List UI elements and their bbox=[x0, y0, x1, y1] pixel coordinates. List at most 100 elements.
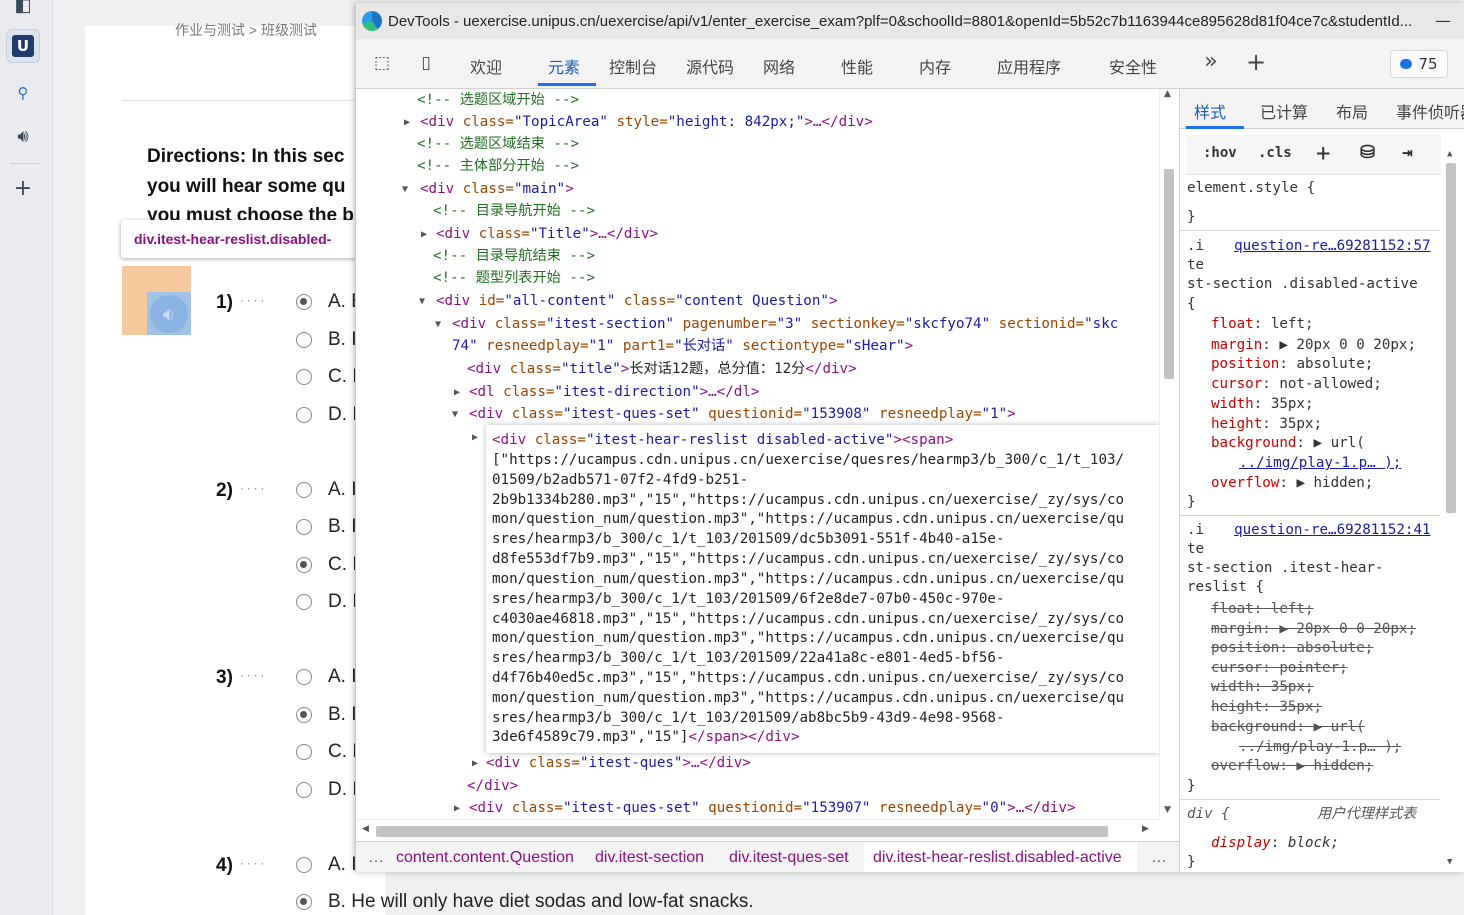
tree-node[interactable]: <div class="TopicArea" style="height: 84… bbox=[420, 111, 873, 133]
cls-toggle[interactable]: .cls bbox=[1258, 145, 1292, 161]
scroll-up-icon[interactable]: ▲ bbox=[1447, 149, 1452, 159]
tab-styles[interactable]: 样式 bbox=[1194, 99, 1226, 123]
radio-button[interactable] bbox=[296, 669, 312, 685]
tree-node[interactable]: <div class="itest-ques-set" questionid="… bbox=[469, 797, 1076, 819]
tab-sources[interactable]: 源代码 bbox=[686, 54, 734, 78]
expand-arrow-icon[interactable]: ▶ bbox=[454, 387, 460, 398]
radio-button[interactable] bbox=[296, 407, 312, 423]
new-style-rule-icon[interactable]: + bbox=[1316, 139, 1330, 167]
rule-selector[interactable]: te bbox=[1187, 255, 1204, 275]
inspect-element-icon[interactable]: ⬚ bbox=[369, 53, 395, 77]
css-declaration-overridden[interactable]: float: left; bbox=[1211, 599, 1314, 619]
radio-button[interactable] bbox=[296, 744, 312, 760]
option-2b[interactable]: B. I bbox=[296, 516, 357, 538]
expand-arrow-icon[interactable]: ▶ bbox=[472, 758, 478, 769]
scroll-left-icon[interactable]: ◀ bbox=[362, 824, 369, 834]
issues-badge[interactable]: 75 bbox=[1390, 50, 1448, 78]
tree-node-continued[interactable]: 74" resneedplay="1" part1="长对话" sectiont… bbox=[452, 335, 913, 357]
scroll-down-icon[interactable]: ▼ bbox=[1447, 857, 1452, 867]
read-aloud-icon[interactable]: 🔊︎ bbox=[6, 119, 40, 153]
option-4a[interactable]: A. I bbox=[296, 854, 357, 876]
radio-button[interactable] bbox=[296, 557, 312, 573]
tab-computed[interactable]: 已计算 bbox=[1260, 99, 1308, 123]
expand-arrow-icon[interactable]: ▶ bbox=[454, 803, 460, 814]
tab-console[interactable]: 控制台 bbox=[609, 54, 657, 78]
rule-selector[interactable]: st-section .disabled-active bbox=[1187, 274, 1418, 294]
css-declaration-overridden[interactable]: cursor: pointer; bbox=[1211, 658, 1348, 678]
option-2a[interactable]: A. I bbox=[296, 479, 357, 501]
minimize-icon[interactable]: — bbox=[1435, 11, 1451, 30]
elements-tree[interactable]: <!-- 选题区域开始 --> ▶ <div class="TopicArea"… bbox=[356, 89, 1159, 819]
tab-event-listeners[interactable]: 事件侦听器 bbox=[1396, 99, 1464, 123]
option-3c[interactable]: C. I bbox=[296, 741, 358, 763]
node-text-popup[interactable]: <div class="itest-hear-reslist disabled-… bbox=[486, 425, 1159, 753]
option-1d[interactable]: D. I bbox=[296, 404, 358, 426]
tree-node[interactable]: <div id="all-content" class="content Que… bbox=[436, 290, 837, 312]
crumb-overflow-right[interactable]: … bbox=[1151, 849, 1167, 867]
tree-node[interactable]: <div class="itest-section" pagenumber="3… bbox=[452, 313, 1118, 335]
tree-node[interactable]: <!-- 目录导航开始 --> bbox=[433, 200, 595, 222]
rule-selector[interactable]: reslist { bbox=[1187, 577, 1264, 597]
radio-button[interactable] bbox=[296, 782, 312, 798]
radio-button[interactable] bbox=[296, 594, 312, 610]
scrollbar-thumb[interactable] bbox=[1164, 169, 1174, 379]
exam-breadcrumb[interactable]: 作业与测试 > 班级测试 bbox=[175, 20, 317, 40]
collapse-arrow-icon[interactable]: ▼ bbox=[452, 409, 458, 420]
css-declaration[interactable]: overflow: ▶ hidden; bbox=[1211, 473, 1373, 493]
tree-node[interactable]: <!-- 题型列表开始 --> bbox=[433, 267, 595, 289]
tab-performance[interactable]: 性能 bbox=[841, 54, 873, 78]
expand-arrow-icon[interactable]: ▶ bbox=[404, 117, 410, 128]
radio-button[interactable] bbox=[296, 857, 312, 873]
tree-node[interactable]: <!-- 主体部分开始 --> bbox=[417, 155, 579, 177]
tree-node[interactable]: <div class="title">长对话12题，总分值：12分</div> bbox=[467, 358, 857, 380]
tab-network[interactable]: 网络 bbox=[763, 54, 795, 78]
tab-welcome[interactable]: 欢迎 bbox=[470, 54, 502, 78]
css-url-value[interactable]: ../img/play-1.p… ); bbox=[1239, 453, 1401, 473]
element-style-rule[interactable]: element.style { bbox=[1187, 178, 1315, 198]
radio-button[interactable] bbox=[296, 332, 312, 348]
option-3a[interactable]: A. I bbox=[296, 666, 357, 688]
tree-node[interactable]: <div class="itest-ques">…</div> bbox=[486, 752, 751, 774]
scrollbar-thumb[interactable] bbox=[1446, 163, 1456, 513]
rule-selector[interactable]: te bbox=[1187, 539, 1204, 559]
rule-selector[interactable]: .i question-re…69281152:41 bbox=[1187, 520, 1431, 540]
rule-selector[interactable]: st-section .itest-hear- bbox=[1187, 558, 1383, 578]
option-2d[interactable]: D. I bbox=[296, 591, 358, 613]
option-2c[interactable]: C. I bbox=[296, 554, 358, 576]
css-declaration-overridden[interactable]: position: absolute; bbox=[1211, 638, 1373, 658]
css-declaration-overridden[interactable]: overflow: ▶ hidden; bbox=[1211, 756, 1373, 776]
crumb-itest-section[interactable]: div.itest-section bbox=[595, 849, 704, 867]
tree-node[interactable]: <div class="main"> bbox=[420, 178, 574, 200]
css-declaration-overridden[interactable]: background: ▶ url( bbox=[1211, 717, 1365, 737]
tree-node[interactable]: </div> bbox=[467, 775, 518, 797]
hov-toggle[interactable]: :hov bbox=[1203, 145, 1237, 161]
source-link[interactable]: question-re…69281152:41 bbox=[1234, 522, 1430, 538]
css-declaration[interactable]: margin: ▶ 20px 0 0 20px; bbox=[1211, 335, 1416, 355]
option-4b[interactable]: B. He will only have diet sodas and low-… bbox=[296, 891, 754, 913]
option-3b[interactable]: B. I bbox=[296, 704, 357, 726]
radio-button[interactable] bbox=[296, 519, 312, 535]
scroll-right-icon[interactable]: ▶ bbox=[1142, 824, 1149, 834]
sidebar-toggle-icon[interactable]: ◧ bbox=[6, 0, 40, 22]
tree-node[interactable]: <dl class="itest-direction">…</dl> bbox=[469, 381, 759, 403]
tab-memory[interactable]: 内存 bbox=[919, 54, 951, 78]
search-icon[interactable]: ⚲ bbox=[6, 76, 40, 110]
paint-bucket-icon[interactable]: ⛁ bbox=[1360, 142, 1375, 163]
scroll-up-icon[interactable]: ▲ bbox=[1164, 89, 1171, 99]
radio-button[interactable] bbox=[296, 294, 312, 310]
crumb-overflow-left[interactable]: … bbox=[368, 849, 384, 867]
option-1b[interactable]: B. I bbox=[296, 329, 357, 351]
option-1c[interactable]: C. I bbox=[296, 366, 358, 388]
more-tabs-icon[interactable]: » bbox=[1198, 49, 1224, 74]
rule-selector[interactable]: .i question-re…69281152:57 bbox=[1187, 236, 1431, 256]
crumb-content-question[interactable]: content.content.Question bbox=[396, 849, 581, 867]
tab-elements[interactable]: 元素 bbox=[548, 54, 580, 78]
tree-node[interactable]: <!-- 目录导航结束 --> bbox=[433, 245, 595, 267]
ua-rule-selector[interactable]: div {用户代理样式表 bbox=[1187, 804, 1416, 824]
radio-button[interactable] bbox=[296, 707, 312, 723]
css-url-value[interactable]: ../img/play-1.p… ); bbox=[1239, 737, 1401, 757]
add-icon[interactable]: + bbox=[6, 171, 40, 205]
collapse-arrow-icon[interactable]: ▼ bbox=[402, 184, 408, 195]
radio-button[interactable] bbox=[296, 482, 312, 498]
collapse-arrow-icon[interactable]: ▼ bbox=[419, 296, 425, 307]
